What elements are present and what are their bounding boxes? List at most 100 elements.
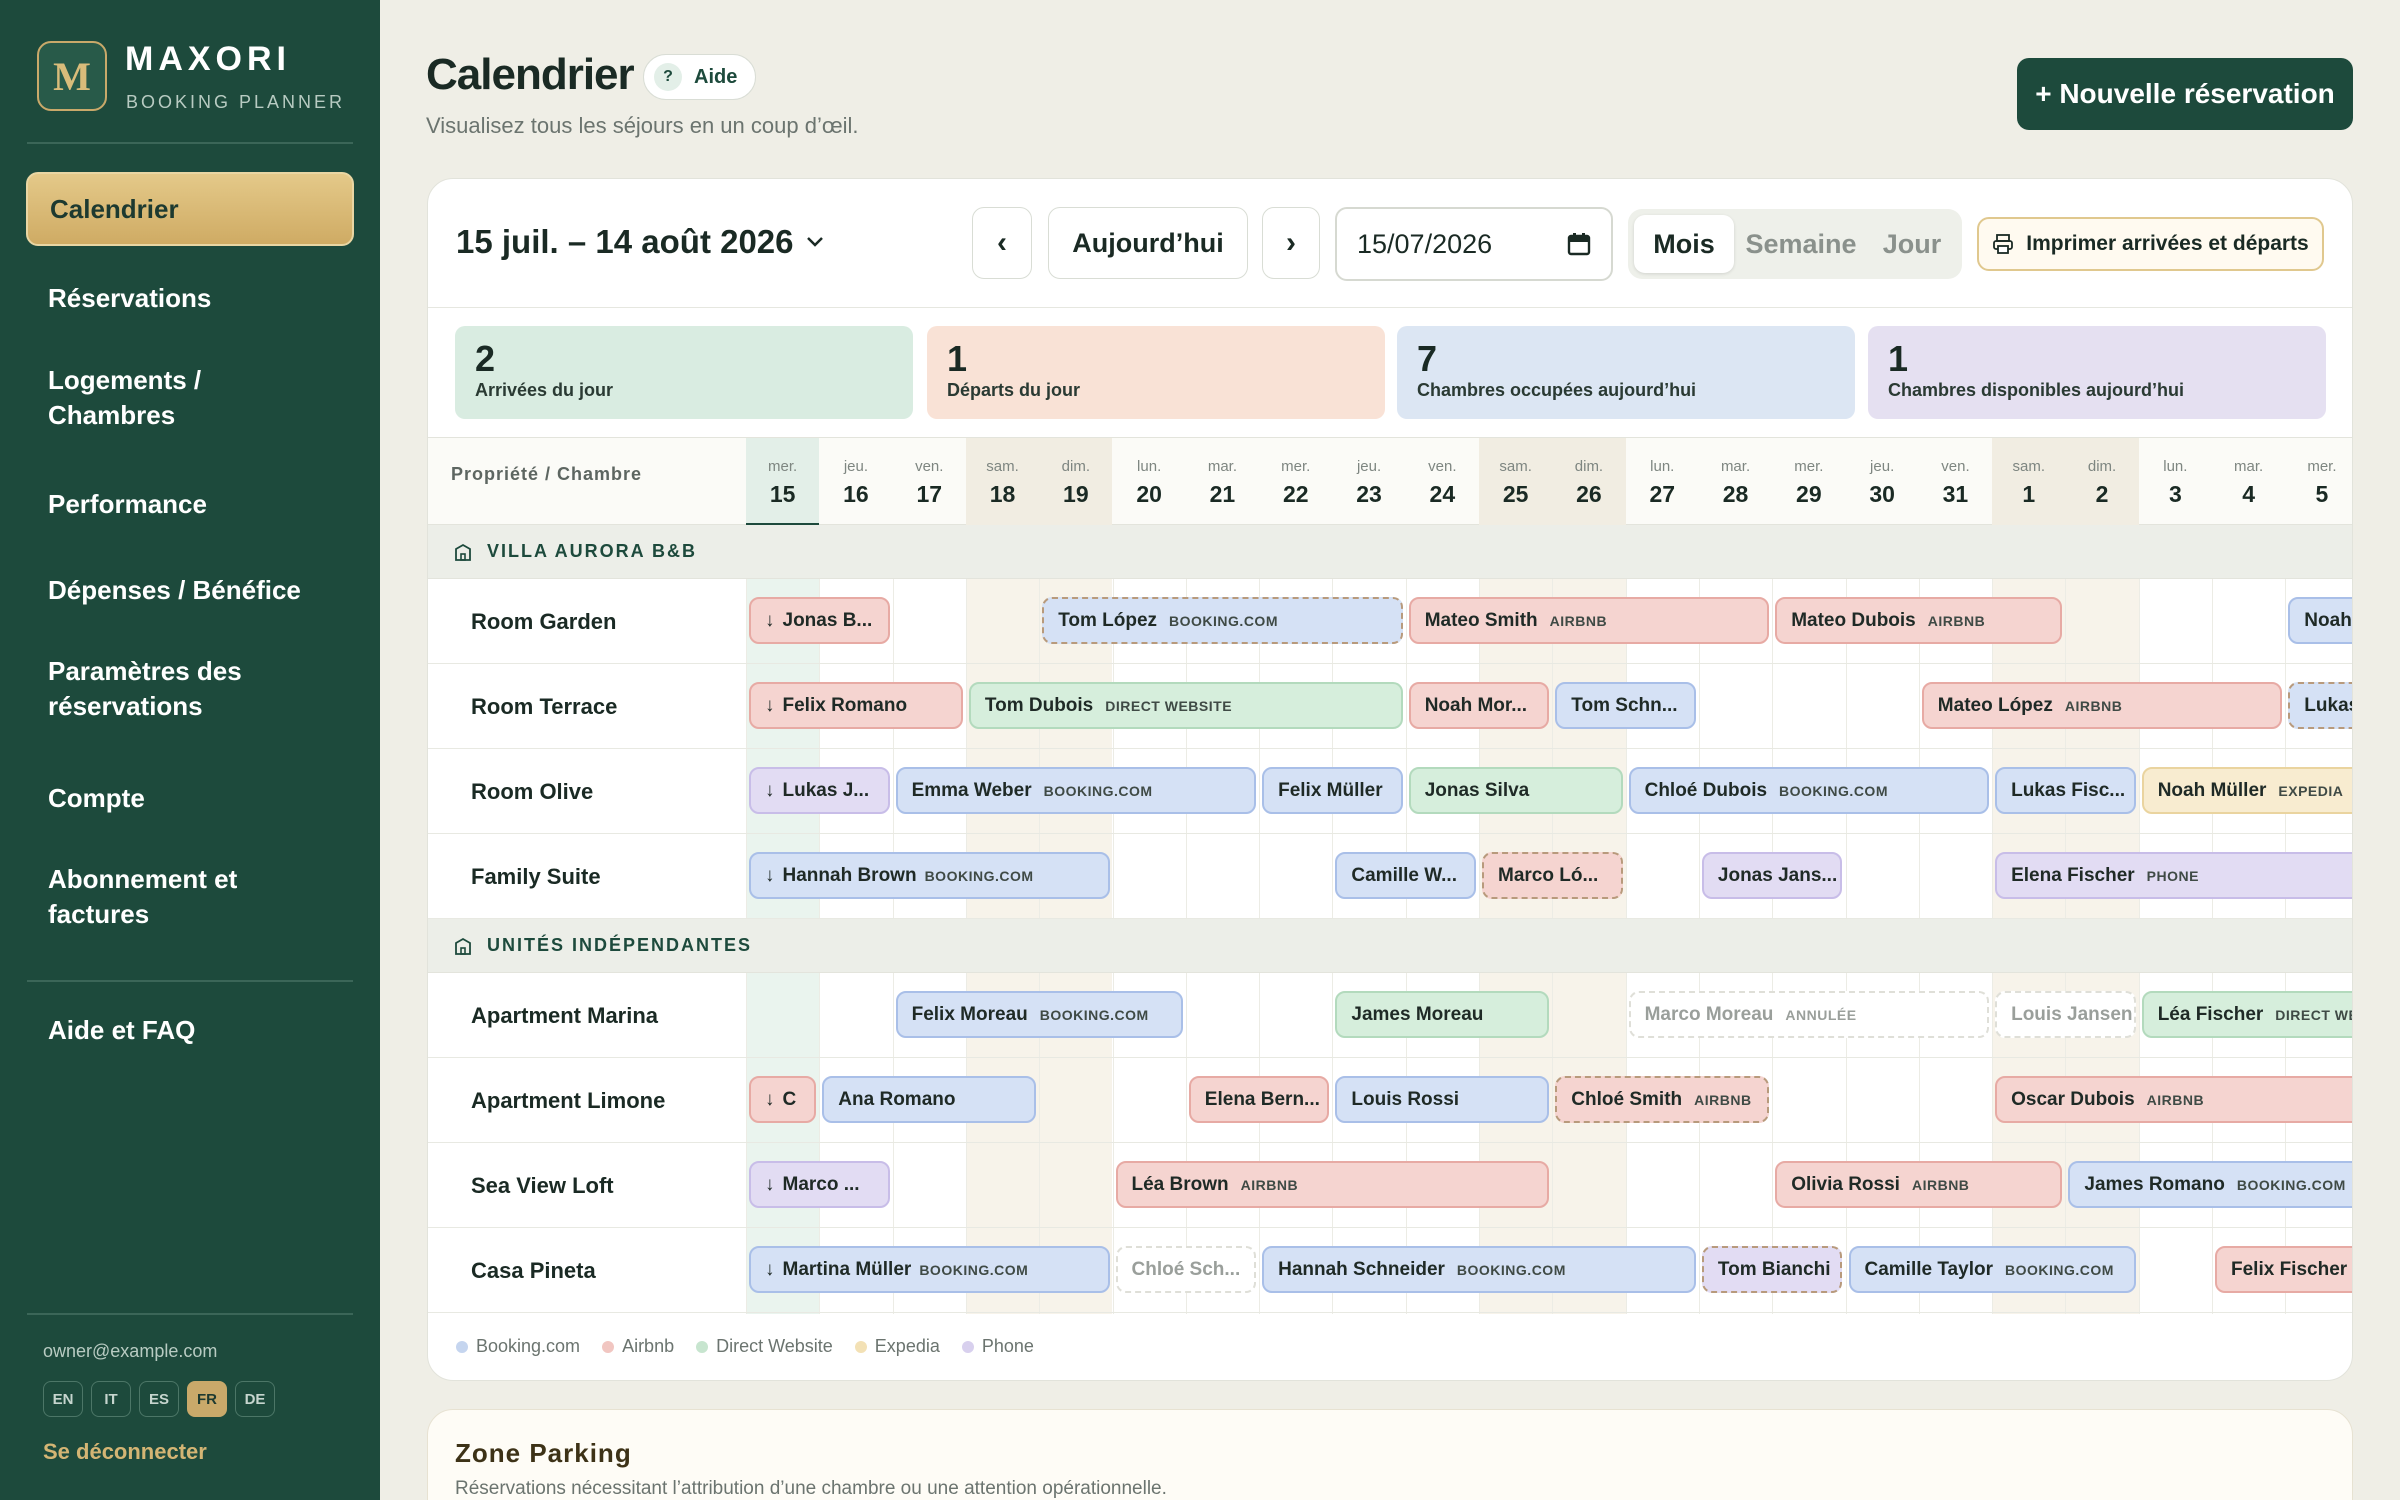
- booking-bar[interactable]: Hannah Schneider BOOKING.COM: [1262, 1246, 1696, 1293]
- sidebar-item-performance[interactable]: Performance: [26, 464, 354, 544]
- sidebar-item-logements-chambres[interactable]: Logements / Chambres: [26, 345, 354, 451]
- booking-guest-name: Camille W...: [1351, 864, 1457, 886]
- day-header: sam. 25: [1479, 438, 1553, 526]
- day-name: sam.: [986, 458, 1019, 475]
- day-number: 3: [2168, 481, 2182, 507]
- sidebar-item-calendrier[interactable]: Calendrier: [26, 172, 354, 246]
- source-legend: Booking.com Airbnb Direct Website Expedia Ph…: [456, 1336, 1034, 1357]
- booking-bar[interactable]: ↓ Jonas B...: [749, 597, 890, 644]
- sidebar-item-parametres-des-reservations[interactable]: Paramètres des réservations: [26, 636, 354, 742]
- booking-bar[interactable]: Jonas Jans...: [1701, 852, 1843, 899]
- print-arrivals-departures-button[interactable]: Imprimer arrivées et départs: [1977, 217, 2324, 271]
- language-it-button[interactable]: IT: [91, 1381, 131, 1417]
- day-number: 26: [1576, 481, 1602, 507]
- booking-bar[interactable]: Mateo Smith AIRBNB: [1408, 597, 1770, 644]
- booking-bar[interactable]: Chloé Dubois BOOKING.COM: [1628, 767, 1990, 814]
- booking-bar[interactable]: Felix Müller: [1262, 767, 1403, 814]
- language-en-button[interactable]: EN: [43, 1381, 83, 1417]
- language-de-button[interactable]: DE: [235, 1381, 275, 1417]
- prev-period-button[interactable]: ‹: [972, 207, 1032, 279]
- view-month-tab[interactable]: Mois: [1634, 215, 1734, 273]
- logout-link[interactable]: Se déconnecter: [43, 1439, 207, 1465]
- booking-guest-name: Lukas J...: [782, 779, 870, 801]
- booking-source: AIRBNB: [1927, 612, 1986, 629]
- sidebar-item-depenses-benefice[interactable]: Dépenses / Bénéfice: [26, 550, 354, 630]
- day-name: dim.: [1061, 458, 1090, 475]
- new-reservation-button[interactable]: + Nouvelle réservation: [2017, 58, 2353, 130]
- language-fr-button[interactable]: FR: [187, 1381, 227, 1417]
- arrival-arrow-icon: ↓: [765, 609, 775, 631]
- booking-bar[interactable]: Mateo Dubois AIRBNB: [1775, 597, 2063, 644]
- help-icon: ?: [654, 63, 682, 91]
- calendar-header-row: Propriété / Chambre mer. 15 jeu. 16 ven. 17 sa…: [428, 437, 2352, 526]
- booking-bar[interactable]: Marco Moreau ANNULÉE: [1628, 991, 1990, 1038]
- booking-bar[interactable]: ↓ C: [749, 1076, 817, 1123]
- sidebar-item-reservations[interactable]: Réservations: [26, 258, 354, 338]
- day-name: lun.: [1650, 458, 1675, 475]
- booking-bar[interactable]: Lukas Fisc...: [1995, 767, 2136, 814]
- next-period-button[interactable]: ›: [1262, 207, 1320, 279]
- booking-bar[interactable]: Louis Rossi: [1335, 1076, 1550, 1123]
- booking-bar[interactable]: ↓ Marco ...: [749, 1161, 890, 1208]
- booking-bar[interactable]: Felix Moreau BOOKING.COM: [895, 991, 1183, 1038]
- day-header: lun. 20: [1113, 438, 1186, 526]
- legend-swatch: [602, 1340, 615, 1353]
- booking-bar[interactable]: James Romano BOOKING.COM: [2068, 1161, 2352, 1208]
- booking-bar[interactable]: Elena Fischer PHONE: [1995, 852, 2352, 899]
- booking-bar[interactable]: Jonas Silva: [1408, 767, 1623, 814]
- stat-label: Chambres occupées aujourd’hui: [1417, 380, 1697, 400]
- day-number: 30: [1869, 481, 1895, 507]
- booking-bar[interactable]: Mateo López AIRBNB: [1921, 682, 2283, 729]
- booking-bar[interactable]: Tom Bianchi: [1701, 1246, 1843, 1293]
- day-header: mer. 5: [2285, 438, 2352, 526]
- day-header: mer. 22: [1259, 438, 1332, 526]
- sidebar-item-compte[interactable]: Compte: [26, 758, 354, 838]
- date-range-selector[interactable]: 15 juil. – 14 août 2026: [456, 223, 824, 261]
- booking-bar[interactable]: Camille Taylor BOOKING.COM: [1848, 1246, 2136, 1293]
- booking-bar[interactable]: ↓ Hannah Brown BOOKING.COM: [749, 852, 1110, 899]
- calendar-icon[interactable]: [1567, 232, 1591, 256]
- booking-bar[interactable]: Chloé Sch...: [1115, 1246, 1257, 1293]
- booking-bar[interactable]: ↓ Felix Romano: [749, 682, 963, 729]
- booking-guest-name: Lukas: [2304, 694, 2352, 716]
- day-number: 2: [2095, 481, 2109, 507]
- booking-bar[interactable]: ↓ Martina Müller BOOKING.COM: [749, 1246, 1110, 1293]
- today-button[interactable]: Aujourd’hui: [1048, 207, 1248, 279]
- day-name: ven.: [915, 458, 944, 475]
- booking-bar[interactable]: Olivia Rossi AIRBNB: [1775, 1161, 2063, 1208]
- booking-guest-name: Lukas Fisc...: [2011, 779, 2126, 801]
- booking-bar[interactable]: Léa Brown AIRBNB: [1115, 1161, 1550, 1208]
- date-picker-input[interactable]: 15/07/2026: [1335, 207, 1613, 281]
- booking-bar[interactable]: Tom López BOOKING.COM: [1042, 597, 1403, 644]
- language-es-button[interactable]: ES: [139, 1381, 179, 1417]
- booking-source: BOOKING.COM: [1169, 612, 1278, 629]
- booking-bar[interactable]: Tom Dubois DIRECT WEBSITE: [968, 682, 1403, 729]
- booking-bar[interactable]: Noah Mor...: [1408, 682, 1550, 729]
- help-button[interactable]: ? Aide: [643, 54, 757, 100]
- booking-bar[interactable]: Camille W...: [1335, 852, 1476, 899]
- booking-bar[interactable]: Elena Bern...: [1188, 1076, 1330, 1123]
- booking-bar[interactable]: Tom Schn...: [1555, 682, 1696, 729]
- calendar-card: 15 juil. – 14 août 2026 ‹ Aujourd’hui › …: [427, 178, 2353, 1381]
- booking-bar[interactable]: James Moreau: [1335, 991, 1550, 1038]
- sidebar-item-abonnement-et-factures[interactable]: Abonnement et factures: [26, 844, 354, 950]
- view-day-tab[interactable]: Jour: [1870, 215, 1954, 273]
- booking-bar[interactable]: Emma Weber BOOKING.COM: [895, 767, 1257, 814]
- booking-bar[interactable]: Léa Fischer DIRECT WEBSITE: [2141, 991, 2352, 1038]
- booking-bar[interactable]: Noah Müller EXPEDIA: [2141, 767, 2352, 814]
- booking-guest-name: Louis Jansen: [2011, 1003, 2133, 1025]
- booking-guest-name: Olivia Rossi: [1791, 1173, 1900, 1195]
- booking-bar[interactable]: Noah: [2288, 597, 2352, 644]
- sidebar-item-aide-et-faq[interactable]: Aide et FAQ: [26, 990, 354, 1070]
- booking-bar[interactable]: Lukas: [2288, 682, 2352, 729]
- booking-bar[interactable]: Oscar Dubois AIRBNB: [1995, 1076, 2352, 1123]
- building-icon: [455, 543, 471, 561]
- booking-bar[interactable]: Felix Fischer: [2215, 1246, 2352, 1293]
- booking-bar[interactable]: Chloé Smith AIRBNB: [1555, 1076, 1770, 1123]
- booking-bar[interactable]: Louis Jansen: [1995, 991, 2136, 1038]
- view-week-tab[interactable]: Semaine: [1736, 215, 1866, 273]
- booking-bar[interactable]: Ana Romano: [822, 1076, 1037, 1123]
- booking-bar[interactable]: ↓ Lukas J...: [749, 767, 890, 814]
- legend-swatch: [456, 1340, 468, 1353]
- booking-bar[interactable]: Marco Ló...: [1482, 852, 1623, 899]
